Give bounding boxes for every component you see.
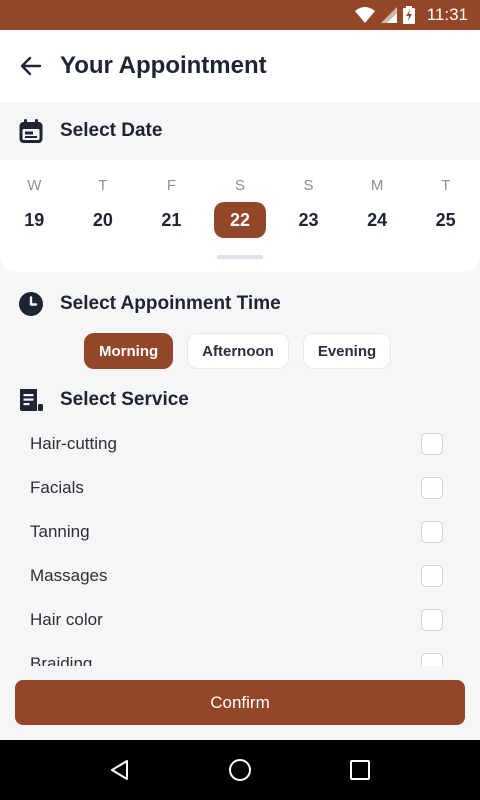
arrow-left-icon (20, 56, 42, 76)
day-25[interactable]: T 25 (411, 176, 480, 238)
tab-afternoon[interactable]: Afternoon (187, 333, 289, 369)
nav-back-button[interactable] (100, 750, 140, 790)
service-name: Tanning (30, 522, 90, 541)
back-button[interactable] (18, 53, 44, 79)
nav-home-button[interactable] (220, 750, 260, 790)
day-of-week: T (98, 177, 108, 194)
checkbox[interactable] (421, 653, 443, 666)
date-section-header: Select Date (0, 102, 480, 160)
confirm-button[interactable]: Confirm (15, 680, 465, 725)
tab-morning[interactable]: Morning (84, 333, 174, 369)
scroll-indicator[interactable] (217, 255, 263, 259)
circle-home-icon (229, 759, 251, 781)
time-section-label: Select Appoinment Time (60, 293, 281, 314)
checkbox[interactable] (421, 609, 443, 631)
service-item-hair-color[interactable]: Hair color (0, 598, 480, 642)
service-name: Facials (30, 478, 84, 497)
checkbox[interactable] (421, 433, 443, 455)
service-name: Hair color (30, 610, 103, 629)
document-icon (20, 389, 43, 411)
service-name: Braiding (30, 654, 93, 666)
day-21[interactable]: F 21 (137, 176, 206, 238)
service-list: Hair-cutting Facials Tanning Massages Ha… (0, 422, 480, 666)
service-item-tanning[interactable]: Tanning (0, 510, 480, 554)
status-bar: 11:31 (0, 0, 480, 30)
tab-evening[interactable]: Evening (302, 333, 392, 369)
service-item-braiding[interactable]: Braiding (0, 642, 480, 666)
day-number: 21 (161, 210, 182, 230)
day-20[interactable]: T 20 (69, 176, 138, 238)
service-item-facials[interactable]: Facials (0, 466, 480, 510)
service-item-massages[interactable]: Massages (0, 554, 480, 598)
service-name: Massages (30, 566, 108, 585)
triangle-back-icon (111, 760, 128, 780)
system-nav-bar (0, 740, 480, 800)
day-strip: W 19 T 20 F 21 S 22 S 23 M 24 T 25 (0, 176, 480, 238)
date-picker: W 19 T 20 F 21 S 22 S 23 M 24 T 25 (0, 160, 480, 272)
square-recents-icon (350, 760, 370, 780)
service-section-header: Select Service (0, 378, 480, 422)
status-time: 11:31 (426, 5, 468, 24)
day-of-week: T (441, 177, 451, 194)
time-section-header: Select Appoinment Time (0, 282, 480, 326)
page-title: Your Appointment (60, 52, 267, 79)
service-item-hair-cutting[interactable]: Hair-cutting (0, 422, 480, 466)
service-name: Hair-cutting (30, 434, 117, 453)
day-22-selected[interactable]: S 22 (206, 176, 275, 238)
day-of-week: M (370, 177, 384, 194)
day-19[interactable]: W 19 (0, 176, 69, 238)
day-number: 19 (24, 210, 45, 230)
day-of-week: W (27, 177, 42, 194)
day-of-week: F (166, 177, 176, 194)
day-number: 24 (367, 210, 388, 230)
checkbox[interactable] (421, 477, 443, 499)
day-of-week: S (234, 177, 245, 194)
day-of-week: S (303, 177, 314, 194)
checkbox[interactable] (421, 521, 443, 543)
date-section-label: Select Date (60, 120, 163, 141)
cell-signal-icon (380, 7, 397, 23)
app-header: Your Appointment (0, 30, 480, 102)
day-24[interactable]: M 24 (343, 176, 412, 238)
day-number: 20 (92, 210, 113, 230)
calendar-icon (19, 119, 43, 143)
checkbox[interactable] (421, 565, 443, 587)
battery-charging-icon (402, 6, 415, 24)
time-tabs: Morning Afternoon Evening (84, 333, 392, 369)
clock-icon (19, 292, 43, 316)
day-number: 22 (213, 202, 266, 238)
service-section-label: Select Service (60, 389, 189, 410)
wifi-icon (354, 7, 375, 23)
day-number: 25 (435, 210, 456, 230)
nav-recents-button[interactable] (340, 750, 380, 790)
day-number: 23 (298, 210, 319, 230)
day-23[interactable]: S 23 (274, 176, 343, 238)
